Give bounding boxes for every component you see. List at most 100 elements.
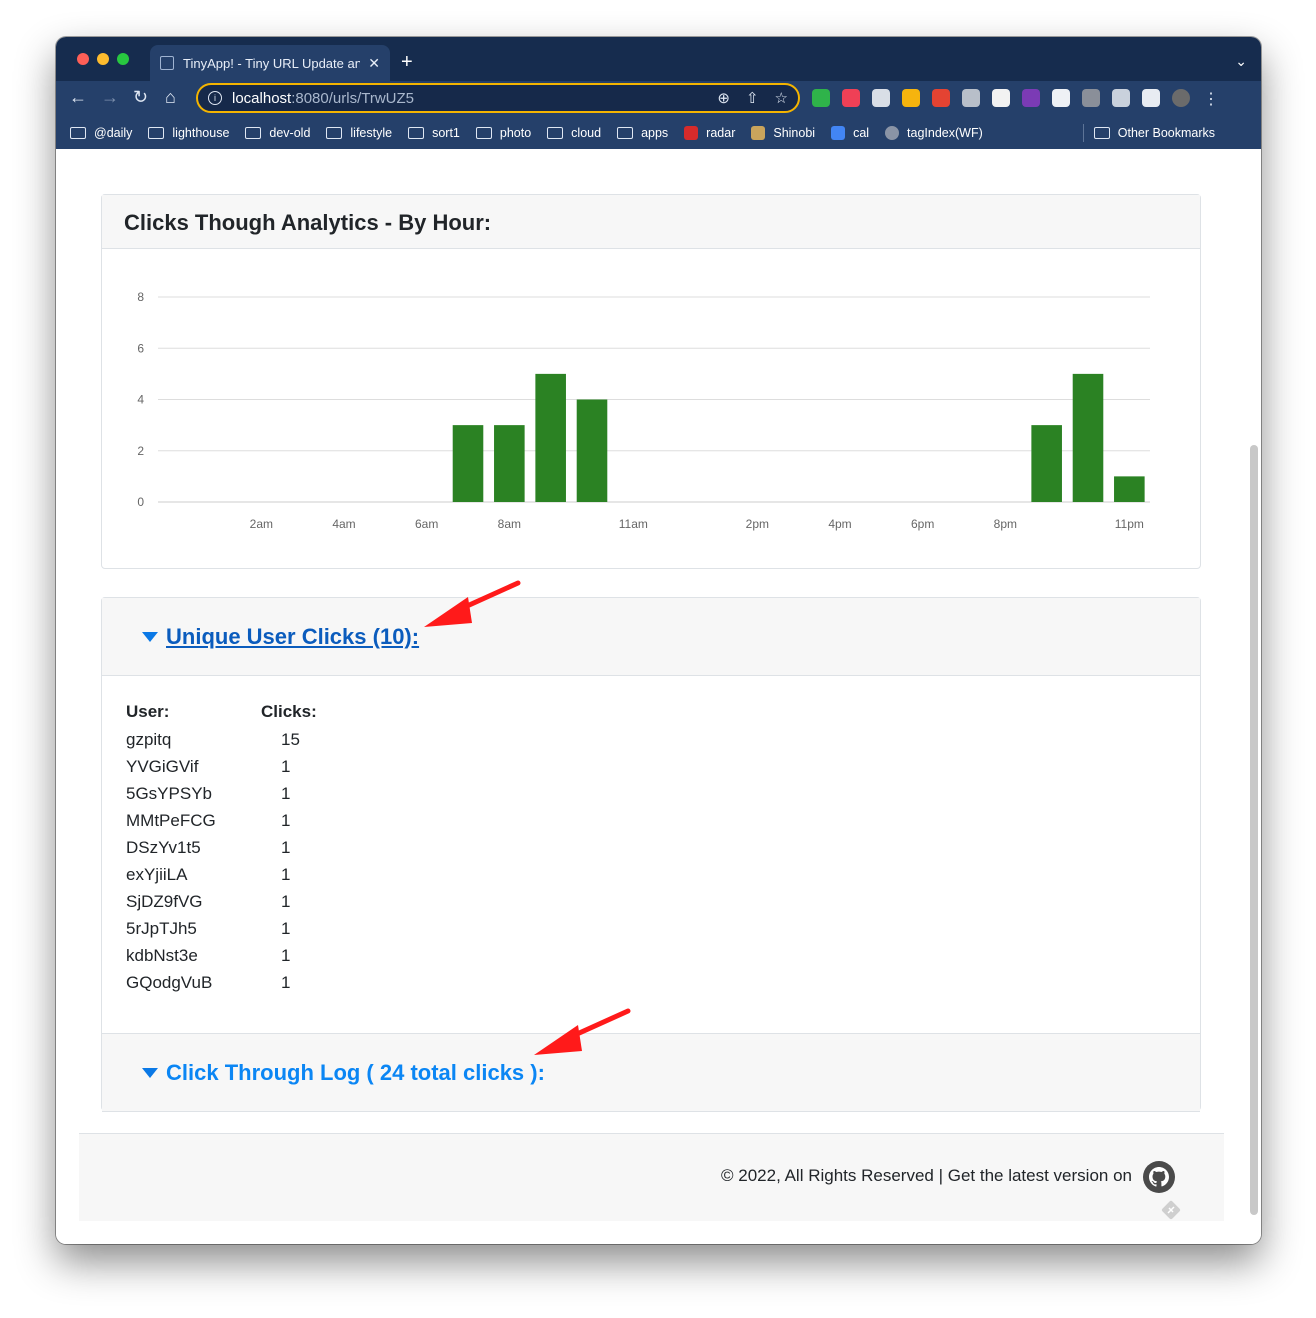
bookmark-label: tagIndex(WF) <box>907 126 983 140</box>
bookmark-folder[interactable]: @daily <box>70 126 132 140</box>
coffee-extension-icon[interactable] <box>1082 89 1100 107</box>
zoom-icon[interactable]: ⊕ <box>717 89 730 107</box>
page-footer: © 2022, All Rights Reserved | Get the la… <box>79 1133 1224 1221</box>
reload-icon[interactable]: ↻ <box>133 87 148 108</box>
bookmarks-bar: @daily lighthouse dev-old lifestyle sort… <box>56 117 1261 149</box>
click-count-cell: 1 <box>281 945 291 965</box>
y-tick-label: 6 <box>137 341 144 355</box>
browser-chrome: TinyApp! - Tiny URL Update an ✕ + ⌄ ← → … <box>56 37 1261 149</box>
browser-tab[interactable]: TinyApp! - Tiny URL Update an ✕ <box>150 45 390 81</box>
cloud-extension-icon[interactable] <box>1052 89 1070 107</box>
notion-extension-icon[interactable] <box>992 89 1010 107</box>
click-through-log-toggle[interactable]: Click Through Log ( 24 total clicks ): <box>166 1060 545 1086</box>
click-count-cell: 1 <box>281 864 291 884</box>
x-tick-label: 2pm <box>746 517 769 531</box>
puzzle-extensions-icon[interactable] <box>1112 89 1130 107</box>
share-icon[interactable]: ⇧ <box>746 89 759 107</box>
bar-11pm <box>1114 476 1145 502</box>
clicks-column-header: Clicks: <box>261 702 317 721</box>
click-count-cell: 1 <box>281 783 291 803</box>
browser-menu-icon[interactable]: ⋮ <box>1202 89 1220 109</box>
user-column-header: User: <box>126 702 170 721</box>
evernote-extension-icon[interactable] <box>812 89 830 107</box>
home-icon[interactable]: ⌂ <box>165 87 176 108</box>
bookmark-folder[interactable]: photo <box>475 126 532 140</box>
bookmark-folder[interactable]: lighthouse <box>148 126 229 140</box>
back-arrow-icon[interactable]: ← <box>69 87 87 108</box>
folder-icon <box>70 127 86 139</box>
bookmark-folder[interactable]: cloud <box>547 126 601 140</box>
new-tab-button[interactable]: + <box>401 51 413 74</box>
bookmark-label: @daily <box>94 126 133 140</box>
x-tick-label: 6am <box>415 517 438 531</box>
x-tick-label: 6pm <box>911 517 934 531</box>
caret-down-icon[interactable] <box>142 1067 158 1078</box>
y-tick-label: 4 <box>137 393 144 407</box>
annotation-arrow <box>534 1008 631 1055</box>
bookmark-folder[interactable]: sort1 <box>408 126 460 140</box>
onenote-extension-icon[interactable] <box>1022 89 1040 107</box>
click-count-cell: 15 <box>281 729 300 749</box>
bookmark-link[interactable]: Shinobi <box>751 126 815 140</box>
site-info-icon[interactable]: i <box>208 91 222 105</box>
profile-avatar-icon[interactable] <box>1172 89 1190 107</box>
tab-close-icon[interactable]: ✕ <box>368 55 380 72</box>
bookmark-label: radar <box>706 126 736 140</box>
y-tick-label: 8 <box>137 290 144 304</box>
x-tick-label: 4pm <box>828 517 851 531</box>
bookmark-folder[interactable]: dev-old <box>245 126 310 140</box>
address-bar[interactable]: i localhost:8080/urls/TrwUZ5 ⊕ ⇧ ☆ <box>196 83 800 113</box>
clicks-card: Unique User Clicks (10): User: Clicks: g… <box>101 597 1201 1112</box>
bookmark-link[interactable]: tagIndex(WF) <box>885 126 983 140</box>
user-id-cell: 5GsYPSYb <box>126 783 212 803</box>
page-favicon-icon <box>160 56 174 70</box>
bookmark-link[interactable]: cal <box>831 126 869 140</box>
folder-icon <box>475 127 492 139</box>
y-tick-label: 2 <box>137 444 144 458</box>
minimize-window-button[interactable] <box>97 53 109 65</box>
sidebar-icon[interactable] <box>1142 89 1160 107</box>
click-count-cell: 1 <box>281 810 291 830</box>
user-id-cell: SjDZ9fVG <box>126 891 203 911</box>
pocket-extension-icon[interactable] <box>842 89 860 107</box>
analytics-card: Clicks Though Analytics - By Hour: 0 2 4 6 8… <box>101 194 1201 569</box>
chart-area: 0 2 4 6 8 2am 4am 6am 8am 11am 2pm 4pm 6pm 8pm 11pm <box>102 249 1200 568</box>
github-icon[interactable] <box>1142 1160 1176 1194</box>
bookmark-folder[interactable]: lifestyle <box>326 126 392 140</box>
click-count-cell: 1 <box>281 756 291 776</box>
todoist-extension-icon[interactable] <box>932 89 950 107</box>
click-count-cell: 1 <box>281 918 291 938</box>
bookmark-link[interactable]: radar <box>684 126 735 140</box>
caret-down-icon[interactable] <box>142 631 158 642</box>
extension-icon[interactable] <box>872 89 890 107</box>
click-log-header[interactable]: Click Through Log ( 24 total clicks ): <box>102 1034 1200 1112</box>
bookmark-label: lighthouse <box>172 126 230 140</box>
extension-icon[interactable] <box>962 89 980 107</box>
bar-7am <box>452 425 484 502</box>
x-tick-label: 8pm <box>994 517 1017 531</box>
bookmark-folder[interactable]: apps <box>617 126 668 140</box>
analytics-title: Clicks Though Analytics - By Hour: <box>124 210 492 235</box>
tab-search-chevron-icon[interactable]: ⌄ <box>1235 53 1247 70</box>
browser-toolbar: ← → ↻ ⌂ i localhost:8080/urls/TrwUZ5 ⊕ ⇧… <box>56 81 1261 117</box>
bookmark-star-icon[interactable]: ☆ <box>775 89 788 107</box>
user-id-cell: YVGiGVif <box>126 756 199 776</box>
page-scrollbar[interactable] <box>1250 445 1258 1215</box>
maple-leaf-icon <box>684 126 699 140</box>
other-bookmarks-folder[interactable]: Other Bookmarks <box>1093 126 1215 140</box>
close-window-button[interactable] <box>77 53 89 65</box>
table-row: gzpitq 15 <box>126 726 317 753</box>
bookmark-label: photo <box>499 126 532 140</box>
table-row: GQodgVuB 1 <box>126 969 317 996</box>
extensions-bar: ⋮ <box>812 89 1220 109</box>
unique-clicks-table-wrap: User: Clicks: gzpitq 15 YVGiGVif 1 5GsYPSYb 1… <box>102 676 1200 1034</box>
unique-clicks-header[interactable]: Unique User Clicks (10): <box>102 598 1200 676</box>
forward-arrow-icon[interactable]: → <box>101 87 119 108</box>
code-fork-icon[interactable] <box>1160 1199 1182 1221</box>
drive-extension-icon[interactable] <box>902 89 920 107</box>
table-row: 5rJpTJh5 1 <box>126 915 317 942</box>
clicks-by-hour-chart: 0 2 4 6 8 2am 4am 6am 8am 11am 2pm 4pm 6pm 8pm 11pm <box>137 290 1150 531</box>
maximize-window-button[interactable] <box>117 53 129 65</box>
unique-user-clicks-toggle[interactable]: Unique User Clicks (10): <box>166 624 419 650</box>
bookmark-label: apps <box>641 126 669 140</box>
